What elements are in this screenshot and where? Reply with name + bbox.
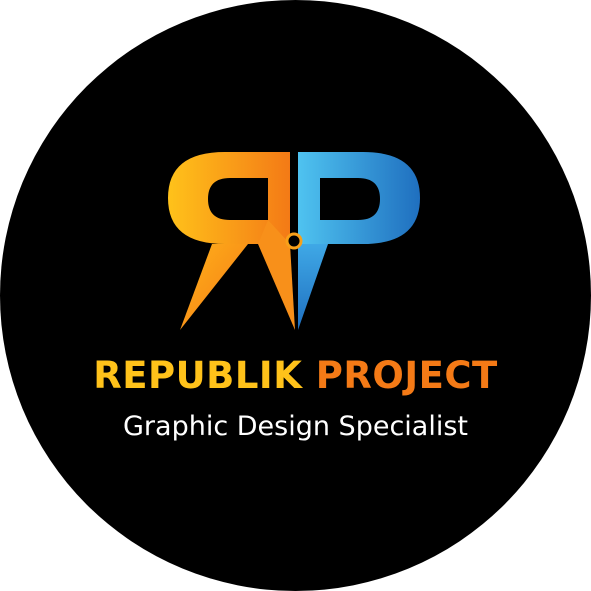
blue-leg-shape [298, 244, 328, 330]
logo-badge: REPUBLIK PROJECT Graphic Design Speciali… [0, 0, 591, 591]
brand-name: REPUBLIK PROJECT [0, 354, 591, 398]
tagline: Graphic Design Specialist [123, 411, 468, 442]
brand-word-project: PROJECT [315, 354, 498, 397]
rp-monogram-icon [168, 152, 420, 330]
blue-letter-shape [298, 152, 420, 244]
brand-word-republik: REPUBLIK [93, 354, 303, 397]
orange-leg-shape [180, 244, 248, 330]
center-dot [285, 232, 303, 250]
